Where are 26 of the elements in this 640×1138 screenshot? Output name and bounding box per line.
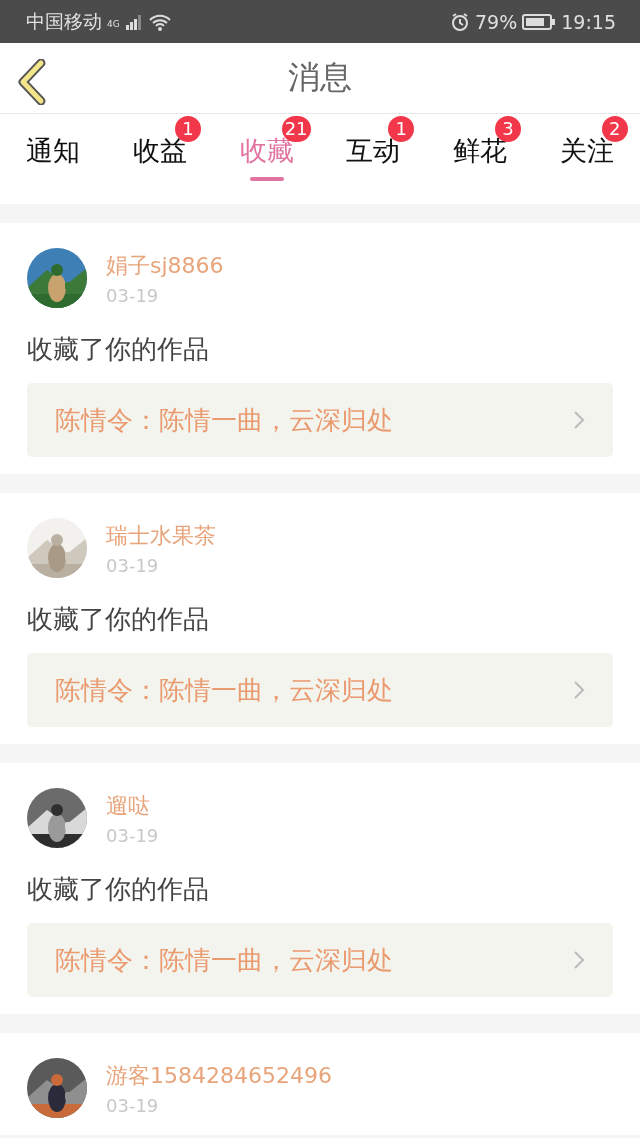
clock-time: 19:15 <box>561 10 616 33</box>
back-button[interactable] <box>16 59 48 105</box>
work-link[interactable]: 陈情令：陈情一曲，云深归处 <box>27 923 613 997</box>
signal-icon <box>124 13 143 30</box>
battery-percent: 79% <box>475 10 518 33</box>
message-text: 收藏了你的作品 <box>27 333 210 366</box>
message-text: 收藏了你的作品 <box>27 603 210 636</box>
network-type: 4G <box>107 18 120 29</box>
chevron-right-icon <box>573 680 585 700</box>
page-title: 消息 <box>288 57 352 98</box>
message-text: 收藏了你的作品 <box>27 873 210 906</box>
work-link[interactable]: 陈情令：陈情一曲，云深归处 <box>27 653 613 727</box>
alarm-icon <box>450 11 470 32</box>
chevron-right-icon <box>573 410 585 430</box>
user-name[interactable]: 遛哒 <box>106 790 159 821</box>
battery-icon <box>522 13 557 30</box>
user-name[interactable]: 娟子sj8866 <box>106 250 224 281</box>
work-link[interactable]: 陈情令：陈情一曲，云深归处 <box>27 383 613 457</box>
user-name[interactable]: 游客1584284652496 <box>106 1060 332 1091</box>
wifi-icon <box>147 12 172 31</box>
chevron-right-icon <box>573 950 585 970</box>
tab[interactable]: 通知 <box>0 114 107 204</box>
tab-indicator <box>249 177 284 181</box>
carrier-name: 中国移动 <box>26 8 102 34</box>
tab[interactable]: 互动 1 <box>320 114 427 204</box>
user-name[interactable]: 瑞士水果茶 <box>106 520 216 551</box>
